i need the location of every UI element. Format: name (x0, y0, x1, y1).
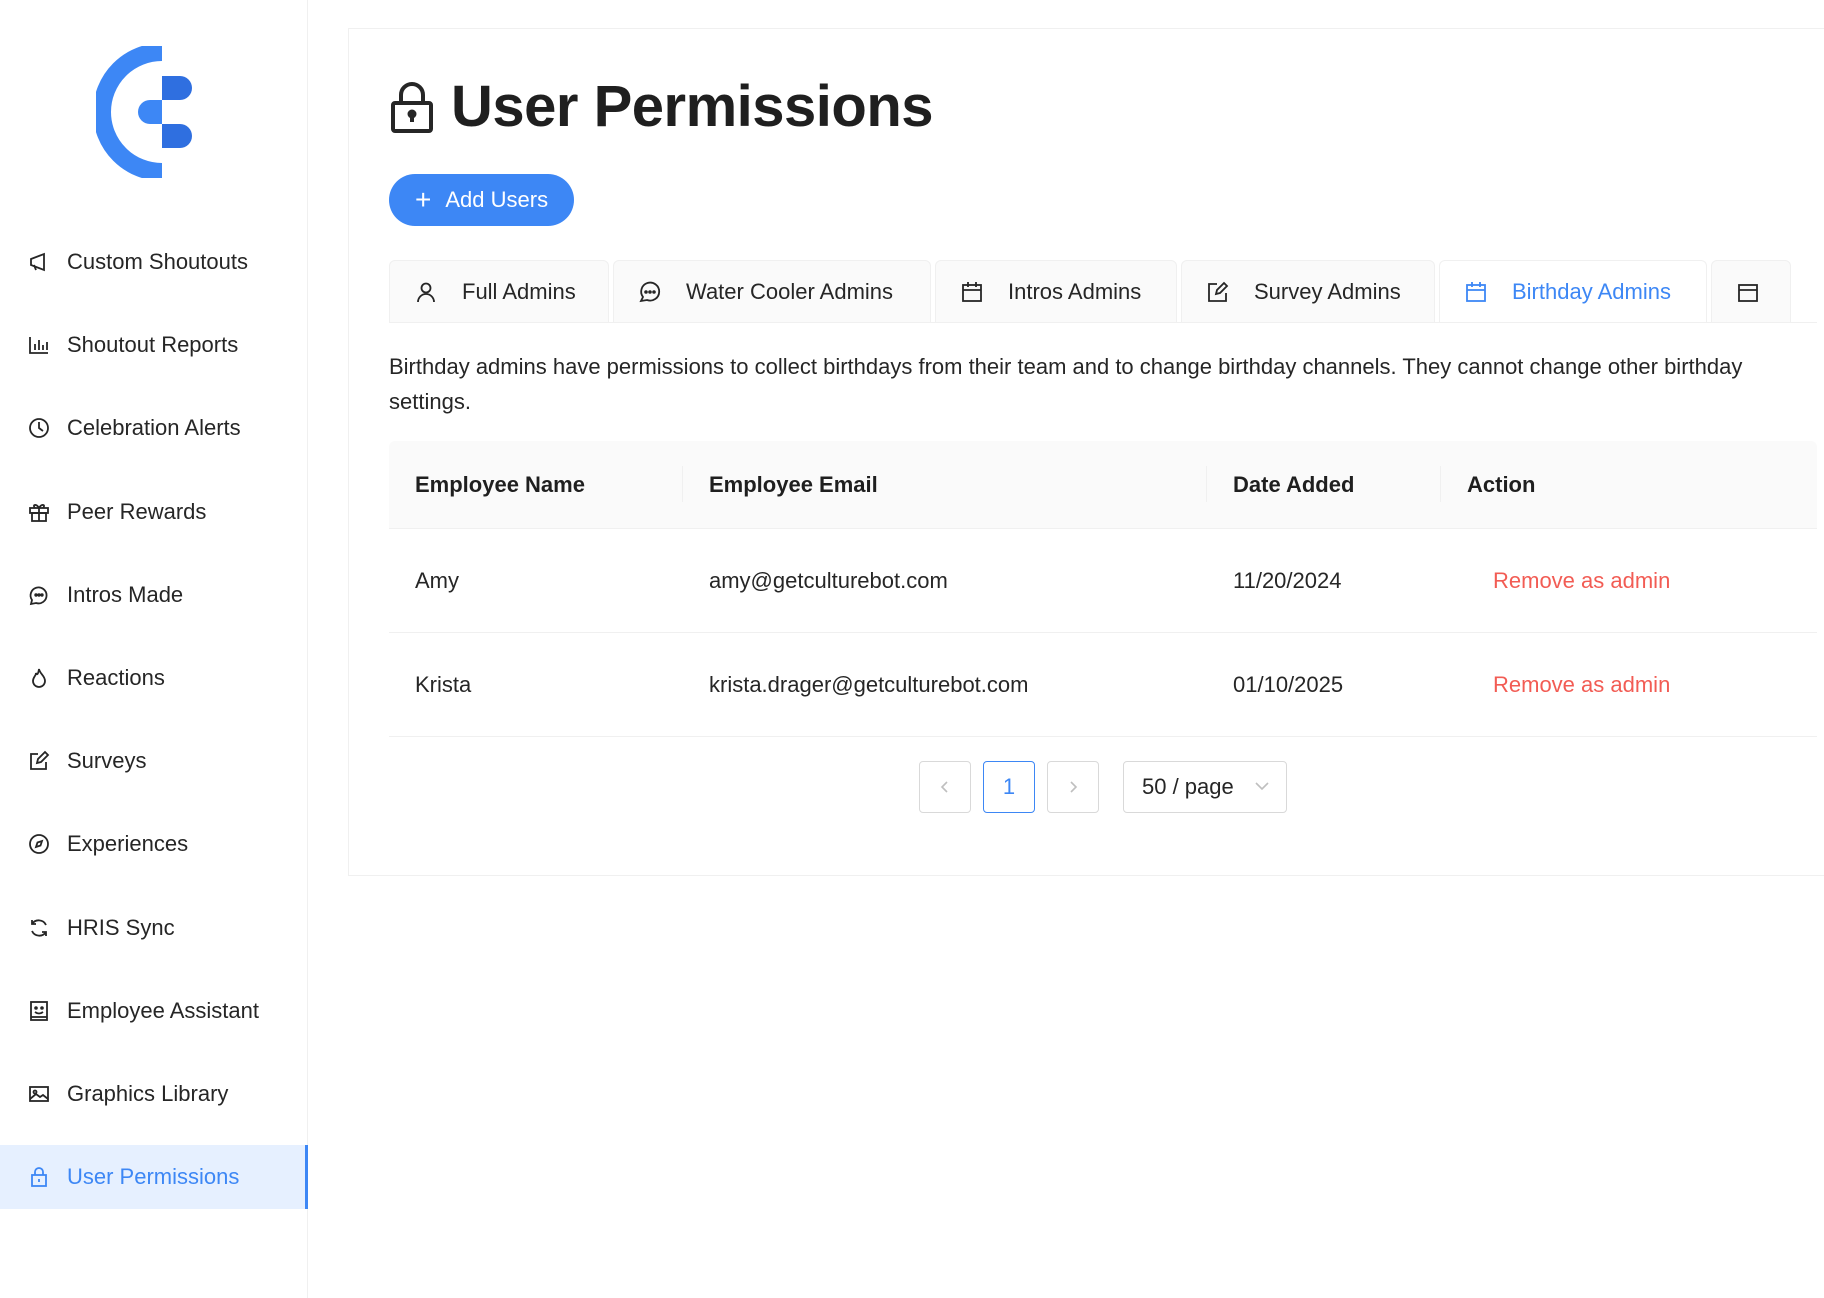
edit-icon (28, 750, 50, 772)
sidebar-item-experiences[interactable]: Experiences (0, 812, 308, 876)
page-size-select[interactable]: 50 / page (1123, 761, 1287, 813)
add-users-button[interactable]: + Add Users (389, 174, 575, 226)
tab-label: Water Cooler Admins (686, 278, 894, 304)
page-title: User Permissions (451, 74, 934, 139)
table-header: Employee Name Employee Email Date Added … (389, 441, 1817, 529)
date-added: 01/10/2025 (1233, 671, 1344, 697)
sidebar-item-label: Graphics Library (67, 1080, 229, 1106)
chevron-right-icon (1070, 781, 1078, 793)
sidebar-item-label: HRIS Sync (67, 914, 175, 940)
employee-name: Krista (415, 671, 472, 697)
permissions-card: User Permissions + Add Users Full Admins… (348, 28, 1824, 876)
sidebar-item-user-permissions[interactable]: User Permissions (0, 1145, 308, 1210)
chat-bubbles-icon (28, 584, 50, 606)
sidebar-item-label: Experiences (67, 831, 189, 857)
sidebar-item-label: Employee Assistant (67, 997, 259, 1023)
clock-icon (28, 417, 50, 439)
column-header-action: Action (1467, 471, 1536, 497)
gift-icon (28, 501, 50, 523)
sidebar-item-surveys[interactable]: Surveys (0, 729, 308, 793)
remove-admin-link[interactable]: Remove as admin (1467, 672, 1670, 697)
sidebar-item-label: Reactions (67, 664, 165, 690)
sidebar-item-hris-sync[interactable]: HRIS Sync (0, 896, 308, 960)
sidebar-item-label: Peer Rewards (67, 498, 207, 524)
sidebar: Custom Shoutouts Shoutout Reports Celebr… (0, 0, 308, 1298)
sidebar-item-shoutout-reports[interactable]: Shoutout Reports (0, 313, 308, 377)
tab-overflow[interactable] (1711, 260, 1791, 322)
sidebar-nav: Custom Shoutouts Shoutout Reports Celebr… (0, 230, 308, 1228)
tab-birthday-admins[interactable]: Birthday Admins (1439, 260, 1707, 322)
tab-label: Intros Admins (1008, 278, 1142, 304)
culturebot-logo[interactable] (96, 46, 206, 178)
sidebar-item-custom-shoutouts[interactable]: Custom Shoutouts (0, 230, 308, 294)
sidebar-item-peer-rewards[interactable]: Peer Rewards (0, 480, 308, 544)
pagination: 1 50 / page (919, 761, 1287, 813)
sidebar-item-label: Surveys (67, 748, 147, 774)
robot-icon (28, 1000, 50, 1022)
sidebar-item-celebration-alerts[interactable]: Celebration Alerts (0, 396, 308, 460)
table-row: Amy amy@getculturebot.com 11/20/2024 Rem… (389, 529, 1817, 633)
fire-icon (28, 667, 50, 689)
sync-icon (28, 917, 50, 939)
plus-icon: + (415, 184, 432, 215)
tab-label: Full Admins (462, 278, 576, 304)
tab-label: Birthday Admins (1512, 278, 1671, 304)
remove-admin-link[interactable]: Remove as admin (1467, 568, 1670, 593)
tab-description: Birthday admins have permissions to coll… (389, 354, 1743, 414)
bar-chart-icon (28, 334, 50, 356)
user-icon (414, 280, 438, 304)
page-size-value: 50 / page (1142, 774, 1234, 799)
page-header: User Permissions (389, 73, 934, 140)
employee-email: amy@getculturebot.com (709, 567, 948, 593)
sidebar-item-reactions[interactable]: Reactions (0, 646, 308, 710)
megaphone-icon (28, 251, 50, 273)
next-page-button[interactable] (1047, 761, 1099, 813)
sidebar-item-label: Custom Shoutouts (67, 249, 248, 274)
chevron-left-icon (940, 781, 948, 793)
sidebar-item-employee-assistant[interactable]: Employee Assistant (0, 979, 308, 1043)
tab-survey-admins[interactable]: Survey Admins (1181, 260, 1435, 322)
chevron-down-icon (1255, 782, 1269, 791)
sidebar-item-intros-made[interactable]: Intros Made (0, 563, 308, 627)
sidebar-item-label: Intros Made (67, 581, 184, 607)
sidebar-item-label: User Permissions (67, 1164, 240, 1190)
tab-intros-admins[interactable]: Intros Admins (935, 260, 1177, 322)
page-number-button[interactable]: 1 (983, 761, 1035, 813)
date-added: 11/20/2024 (1233, 567, 1342, 593)
sidebar-item-label: Shoutout Reports (67, 332, 239, 358)
employee-name: Amy (415, 567, 459, 593)
table-row: Krista krista.drager@getculturebot.com 0… (389, 633, 1817, 737)
sidebar-item-graphics-library[interactable]: Graphics Library (0, 1062, 308, 1126)
column-header-employee-name[interactable]: Employee Name (389, 465, 683, 502)
column-header-date-added[interactable]: Date Added (1207, 465, 1441, 502)
column-header-employee-email[interactable]: Employee Email (683, 465, 1207, 502)
chat-bubbles-icon (638, 280, 662, 304)
tab-full-admins[interactable]: Full Admins (389, 260, 609, 322)
calendar-icon (1736, 280, 1760, 304)
lock-icon (391, 81, 433, 133)
tab-label: Survey Admins (1254, 278, 1401, 304)
employee-email: krista.drager@getculturebot.com (709, 671, 1029, 697)
image-icon (28, 1083, 50, 1105)
lock-icon (28, 1166, 50, 1188)
previous-page-button[interactable] (919, 761, 971, 813)
add-users-label: Add Users (445, 187, 549, 212)
admins-table: Employee Name Employee Email Date Added … (389, 441, 1817, 737)
tab-water-cooler-admins[interactable]: Water Cooler Admins (613, 260, 931, 322)
compass-icon (28, 833, 50, 855)
calendar-icon (1464, 280, 1488, 304)
sidebar-item-label: Celebration Alerts (67, 415, 241, 441)
edit-icon (1206, 280, 1230, 304)
admin-type-tabs: Full Admins Water Cooler Admins Intros A… (389, 260, 1817, 323)
calendar-icon (960, 280, 984, 304)
